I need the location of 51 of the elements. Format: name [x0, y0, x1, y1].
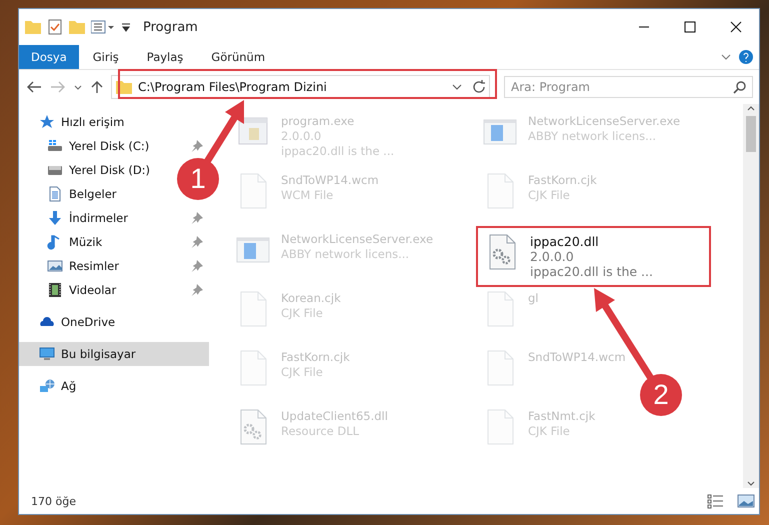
file-name: Korean.cjk [281, 291, 341, 306]
pictures-icon [47, 258, 63, 274]
sidebar-item[interactable]: İndirmeler [19, 206, 209, 230]
document-icon [47, 186, 63, 202]
large-icons-view-icon[interactable] [737, 493, 755, 509]
file-name: NetworkLicenseServer.exe [281, 232, 434, 247]
sidebar-item[interactable]: Yerel Disk (C:) [19, 134, 209, 158]
sidebar-item[interactable]: Yerel Disk (D:) [19, 158, 154, 182]
sidebar-item[interactable]: Ağ [19, 374, 80, 398]
star-icon [39, 114, 55, 130]
file-detail: ippac20.dll is the ... [530, 264, 653, 279]
file-name: UpdateClient65.dll [281, 409, 388, 424]
sidebar-item[interactable]: Videolar [19, 278, 209, 302]
file-name: SndToWP14.wcm [281, 173, 379, 188]
sidebar-item[interactable]: OneDrive [19, 310, 120, 334]
view-menu-icon[interactable] [91, 20, 115, 34]
file-name: FastKorn.cjk [281, 350, 350, 365]
file-name: FastKorn.cjk [528, 173, 597, 188]
file-tile[interactable]: ippac20.dll 2.0.0.0 ippac20.dll is the ... [476, 226, 711, 287]
up-icon[interactable] [89, 79, 105, 95]
download-icon [47, 210, 63, 226]
ribbon-tab[interactable]: Paylaş [132, 45, 198, 69]
scroll-thumb[interactable] [746, 116, 756, 152]
ribbon-tab[interactable]: Görünüm [197, 45, 280, 69]
file-name: gl [528, 291, 538, 306]
properties-icon[interactable] [47, 19, 63, 35]
back-icon[interactable] [25, 79, 43, 95]
drive-win-icon [47, 138, 63, 154]
sidebar-item[interactable]: Müzik [19, 230, 209, 254]
sidebar-item[interactable]: Hızlı erişim [19, 110, 128, 134]
file-name: program.exe [281, 114, 356, 129]
network-icon [39, 378, 55, 394]
ribbon-tab[interactable]: Giriş [78, 45, 133, 69]
search-icon [733, 80, 747, 94]
computer-icon [39, 346, 55, 362]
file-name: SndToWP14.wcm [528, 350, 626, 365]
file-name: FastNmt.cjk [528, 409, 596, 424]
scrollbar[interactable] [743, 104, 759, 488]
file-name: NetworkLicenseServer.exe [528, 114, 680, 129]
sidebar-item[interactable]: Bu bilgisayar [19, 342, 209, 366]
sidebar-item[interactable]: Resimler [19, 254, 209, 278]
file-name: ippac20.dll [530, 234, 600, 249]
file-detail: 2.0.0.0 [530, 249, 575, 264]
search-field[interactable]: Ara: Program [504, 76, 753, 98]
address-bar[interactable]: C:\Program Files\Program Dizini [111, 75, 490, 99]
video-icon [47, 282, 63, 298]
sidebar-item[interactable]: Belgeler [19, 182, 121, 206]
details-view-icon[interactable] [707, 493, 725, 509]
ribbon-tab[interactable]: Dosya [19, 45, 79, 69]
item-count: 170 öğe [31, 494, 77, 508]
window-title: Program [143, 20, 199, 34]
